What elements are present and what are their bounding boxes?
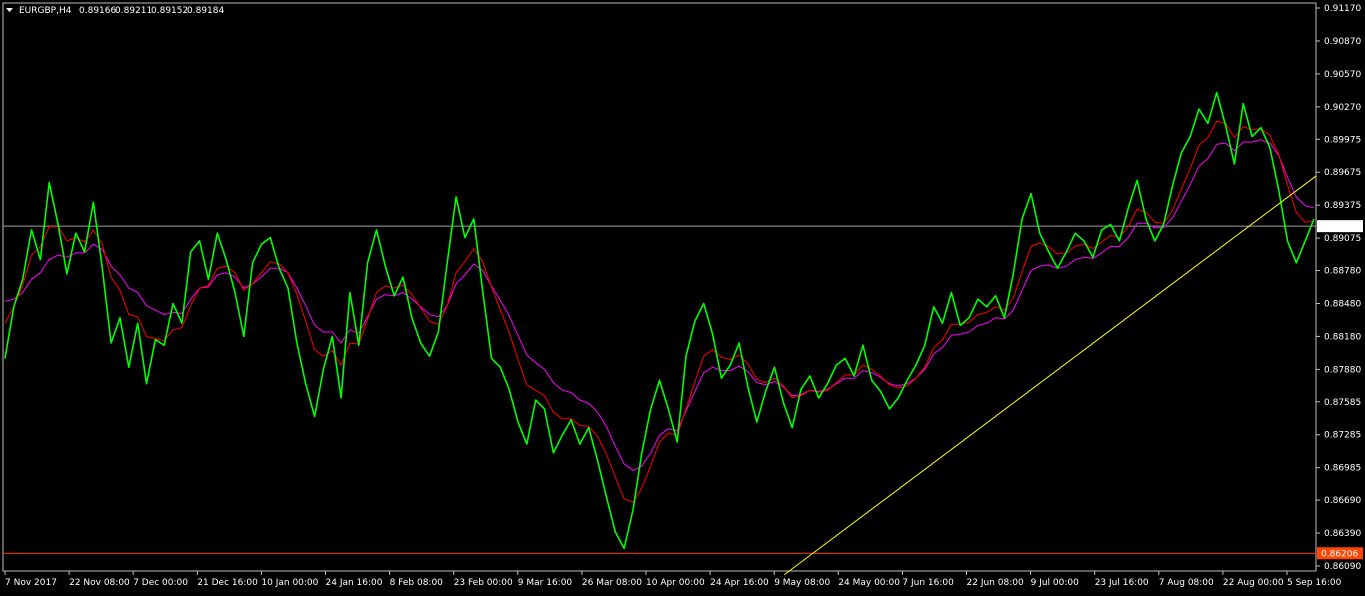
y-tick-label: 0.86690: [1324, 496, 1361, 506]
x-tick-label: 22 Nov 08:00: [69, 578, 130, 588]
x-tick-label: 9 May 08:00: [774, 578, 830, 588]
chart-symbol: EURGBP,H4: [19, 6, 72, 16]
x-tick-label: 22 Aug 00:00: [1223, 578, 1284, 588]
x-tick-label: 24 Jan 16:00: [326, 578, 383, 588]
ohlc-low: 0.89152: [151, 6, 188, 16]
bid-price-label: 0.89184: [1321, 222, 1358, 232]
ohlc-high: 0.89211: [115, 6, 152, 16]
y-tick-label: 0.89675: [1324, 168, 1361, 178]
support-price-label: 0.86206: [1321, 549, 1358, 559]
price-chart[interactable]: 0.91170 0.90870 0.90570 0.90270 0.89975 0.896…: [0, 0, 1365, 596]
y-tick-label: 0.90270: [1324, 103, 1361, 113]
y-tick-label: 0.89975: [1324, 135, 1361, 145]
x-tick-label: 7 Nov 2017: [5, 578, 57, 588]
x-tick-label: 24 May 00:00: [838, 578, 900, 588]
y-tick-label: 0.87285: [1324, 431, 1361, 441]
x-tick-label: 22 Jun 08:00: [967, 578, 1024, 588]
x-tick-label: 10 Jan 00:00: [261, 578, 318, 588]
y-tick-label: 0.90570: [1324, 70, 1361, 80]
y-tick-label: 0.88480: [1324, 299, 1361, 309]
y-tick-label: 0.87585: [1324, 398, 1361, 408]
x-tick-label: 7 Dec 00:00: [133, 578, 188, 588]
y-tick-label: 0.88180: [1324, 332, 1361, 342]
x-tick-label: 10 Apr 00:00: [646, 578, 705, 588]
x-tick-label: 7 Jun 16:00: [902, 578, 954, 588]
y-tick-label: 0.87880: [1324, 365, 1361, 375]
x-tick-label: 7 Aug 08:00: [1159, 578, 1214, 588]
chart-background: [0, 0, 1365, 596]
x-tick-label: 23 Jul 16:00: [1095, 578, 1149, 588]
ohlc-open: 0.89166: [79, 6, 116, 16]
x-tick-label: 8 Feb 08:00: [390, 578, 444, 588]
y-tick-label: 0.90870: [1324, 37, 1361, 47]
y-tick-label: 0.89375: [1324, 201, 1361, 211]
x-tick-label: 5 Sep 16:00: [1287, 578, 1342, 588]
x-tick-label: 9 Mar 16:00: [518, 578, 573, 588]
x-tick-label: 26 Mar 08:00: [582, 578, 642, 588]
x-tick-label: 23 Feb 00:00: [454, 578, 513, 588]
y-tick-label: 0.86390: [1324, 529, 1361, 539]
x-tick-label: 24 Apr 16:00: [710, 578, 769, 588]
y-tick-label: 0.86090: [1324, 562, 1361, 572]
x-tick-label: 9 Jul 00:00: [1031, 578, 1080, 588]
y-tick-label: 0.89075: [1324, 234, 1361, 244]
ohlc-close: 0.89184: [187, 6, 224, 16]
y-tick-label: 0.86985: [1324, 464, 1361, 474]
x-tick-label: 21 Dec 16:00: [197, 578, 258, 588]
y-tick-label: 0.88780: [1324, 267, 1361, 277]
y-tick-label: 0.91170: [1324, 4, 1361, 14]
